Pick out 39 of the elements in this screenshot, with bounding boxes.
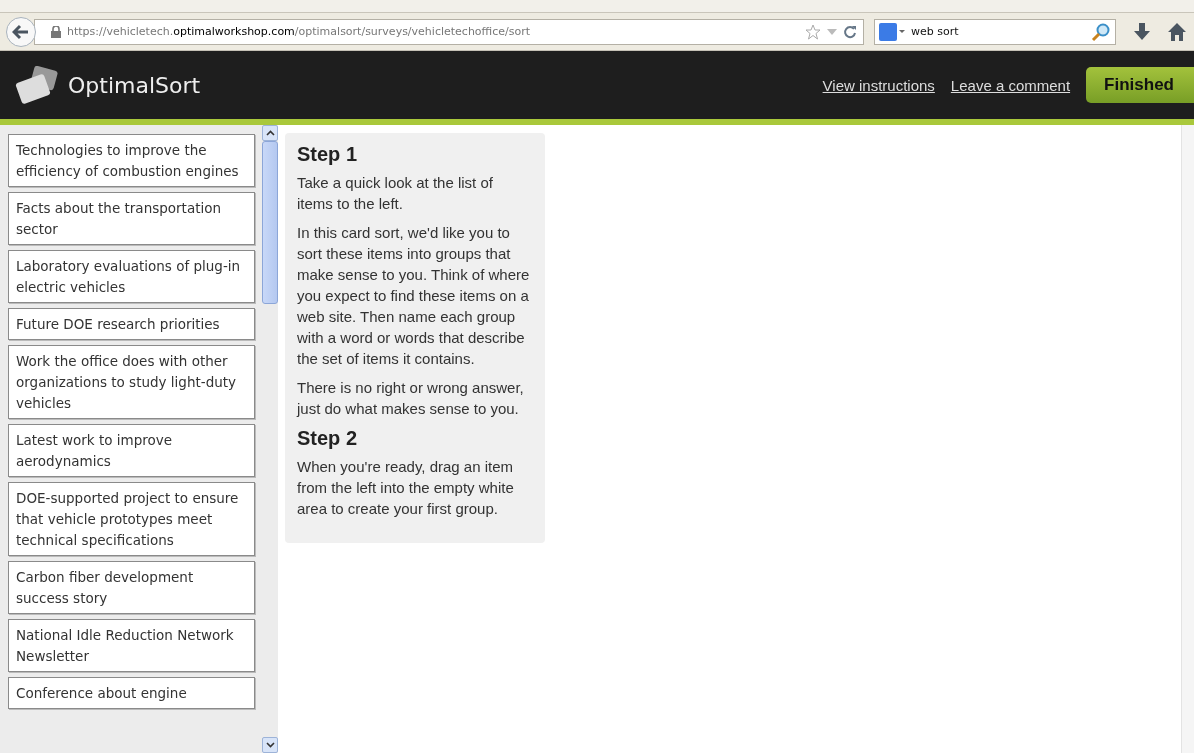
item-card[interactable]: Technologies to improve the efficiency of combustion engines [8,134,255,187]
caret-up-icon [265,130,275,136]
caret-down-icon [265,742,275,748]
search-engine-icon[interactable] [879,22,905,41]
home-icon[interactable] [1168,22,1186,41]
scroll-up-button[interactable] [262,125,278,141]
item-card[interactable]: DOE-supported project to ensure that vehicle prototypes meet technical specifications [8,482,255,556]
url-text: https://vehicletech.optimalworkshop.com/optimalsort/surveys/vehicletechoffice/sort [67,25,531,38]
item-card[interactable]: Work the office does with other organizations to study light-duty vehicles [8,345,255,419]
item-card[interactable]: Laboratory evaluations of plug-in electric vehicles [8,250,255,303]
address-bar[interactable]: https://vehicletech.optimalworkshop.com/optimalsort/surveys/vehicletechoffice/sort [34,18,864,45]
scrollbar-thumb[interactable] [262,141,278,304]
item-card[interactable]: Conference about engine [8,677,255,709]
item-card[interactable]: Carbon fiber development success story [8,561,255,614]
instruction-text: There is no right or wrong answer, just do what makes sense to you. [297,378,525,419]
back-button[interactable] [6,16,36,47]
instruction-text: Take a quick look at the list of items to the left. [297,173,494,214]
scroll-down-button[interactable] [262,737,278,753]
header-link[interactable]: View instructions [822,76,935,94]
logo-icon [14,66,60,104]
item-card[interactable]: Future DOE research priorities [8,308,255,340]
search-field[interactable]: web sort [874,18,1116,45]
finished-button[interactable]: Finished [1086,67,1194,103]
lock-icon [51,25,61,38]
item-card[interactable]: Latest work to improve aerodynamics [8,424,255,477]
step-heading: Step 1 [297,143,359,166]
search-icon[interactable] [1091,21,1111,42]
download-icon[interactable] [1134,22,1150,41]
star-icon[interactable] [805,23,821,40]
header-link[interactable]: Leave a comment [950,76,1071,94]
reload-icon[interactable] [843,24,857,39]
back-arrow-icon [12,23,30,40]
page-scrollbar[interactable] [1181,125,1194,753]
item-card[interactable]: Facts about the transportation sector [8,192,255,245]
instruction-text: When you're ready, drag an item from the left into the empty white area to create your first group. [297,457,515,519]
step-heading: Step 2 [297,427,359,450]
item-card[interactable]: National Idle Reduction Network Newsletter [8,619,255,672]
instruction-text: In this card sort, we'd like you to sort these items into groups that make sense to you. Think of where you expect to find these items on a web site. Then name each group with a word or words that describe the set of items it contains. [297,223,531,369]
brand-name: OptimalSort [68,72,201,98]
